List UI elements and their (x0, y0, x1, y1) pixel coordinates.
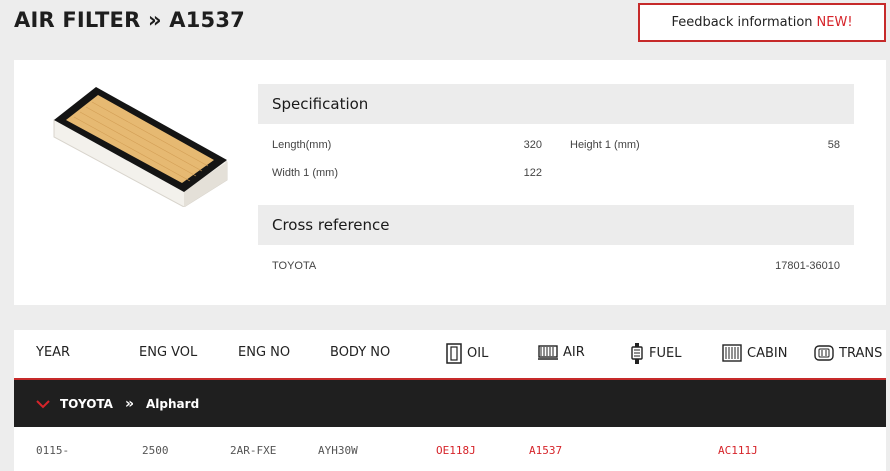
column-header-air-label: AIR (563, 345, 585, 360)
column-header-trans[interactable]: TRANS (814, 344, 882, 362)
cell-cabin-link[interactable]: AC111J (718, 444, 758, 457)
vehicle-group-toyota-alphard[interactable]: TOYOTA » Alphard (14, 380, 886, 427)
air-filter-product-image (53, 87, 228, 207)
spec-label-length: Length(mm) (272, 139, 332, 151)
cabin-filter-icon (722, 344, 742, 362)
air-filter-icon (538, 345, 558, 360)
column-header-fuel[interactable]: FUEL (630, 343, 681, 364)
column-header-trans-label: TRANS (839, 345, 883, 361)
group-make: TOYOTA (60, 396, 113, 411)
spec-value-width: 122 (523, 167, 542, 179)
group-model: Alphard (146, 396, 200, 411)
column-header-year[interactable]: YEAR (36, 345, 70, 360)
trans-filter-icon (814, 345, 834, 361)
spec-label-width: Width 1 (mm) (272, 167, 338, 179)
vehicle-application-table: YEAR ENG VOL ENG NO BODY NO OIL AIR FUEL (14, 330, 886, 471)
chevron-down-icon (36, 399, 50, 408)
spec-value-height: 58 (827, 139, 840, 151)
new-badge: NEW! (816, 15, 853, 30)
feedback-button[interactable]: Feedback information NEW! (638, 3, 886, 42)
specification-heading: Specification (258, 84, 854, 124)
group-separator: » (124, 395, 135, 412)
product-card: Specification Length(mm) 320 Height 1 (m… (14, 60, 886, 305)
column-header-air[interactable]: AIR (538, 344, 585, 361)
column-header-fuel-label: FUEL (649, 346, 682, 361)
cross-ref-part-number: 17801-36010 (775, 260, 840, 272)
column-header-oil-label: OIL (467, 346, 489, 361)
oil-filter-icon (446, 343, 462, 364)
spec-value-length: 320 (523, 139, 542, 151)
cell-oil-link[interactable]: OE118J (436, 444, 476, 457)
column-header-oil[interactable]: OIL (446, 343, 488, 364)
cell-eng-vol: 2500 (142, 444, 169, 457)
spec-label-height: Height 1 (mm) (570, 139, 640, 151)
column-header-eng-vol[interactable]: ENG VOL (139, 345, 197, 360)
column-header-cabin-label: CABIN (747, 345, 788, 361)
cell-year: 0115- (36, 444, 70, 457)
column-header-body-no[interactable]: BODY NO (330, 345, 390, 360)
cell-eng-no: 2AR-FXE (230, 444, 277, 457)
column-header-cabin[interactable]: CABIN (722, 344, 787, 362)
cell-air-link[interactable]: A1537 (529, 444, 562, 457)
cross-reference-heading: Cross reference (258, 205, 854, 245)
page-title: AIR FILTER » A1537 (14, 8, 245, 32)
cell-body-no: AYH30W (318, 444, 358, 457)
fuel-filter-icon (631, 343, 643, 364)
cross-ref-brand: TOYOTA (272, 260, 317, 272)
feedback-label: Feedback information (671, 15, 813, 30)
column-header-eng-no[interactable]: ENG NO (238, 345, 290, 360)
